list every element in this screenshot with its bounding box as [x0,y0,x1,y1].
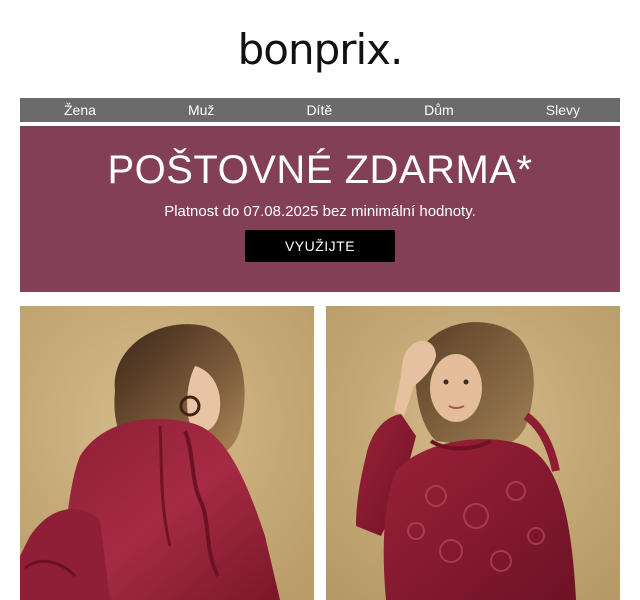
free-shipping-banner[interactable]: POŠTOVNÉ ZDARMA* Platnost do 07.08.2025 … [20,126,620,292]
product-photo-lace-dress[interactable] [326,306,620,600]
nav-item-muz[interactable]: Muž [188,98,214,122]
product-image-right [326,306,620,600]
cta-button[interactable]: VYUŽIJTE [245,230,395,262]
nav-item-slevy[interactable]: Slevy [546,98,580,122]
banner-title: POŠTOVNÉ ZDARMA* [107,148,533,192]
nav-item-zena[interactable]: Žena [64,98,96,122]
banner-subtitle: Platnost do 07.08.2025 bez minimální hod… [164,203,476,220]
nav-item-dum[interactable]: Dům [424,98,454,122]
main-navigation: Žena Muž Dítě Dům Slevy [20,98,620,122]
product-photo-ruffle-blouse[interactable] [20,306,314,600]
nav-item-dite[interactable]: Dítě [306,98,332,122]
bonprix-logo[interactable]: bonprix. [0,22,640,78]
product-image-left [20,306,314,600]
